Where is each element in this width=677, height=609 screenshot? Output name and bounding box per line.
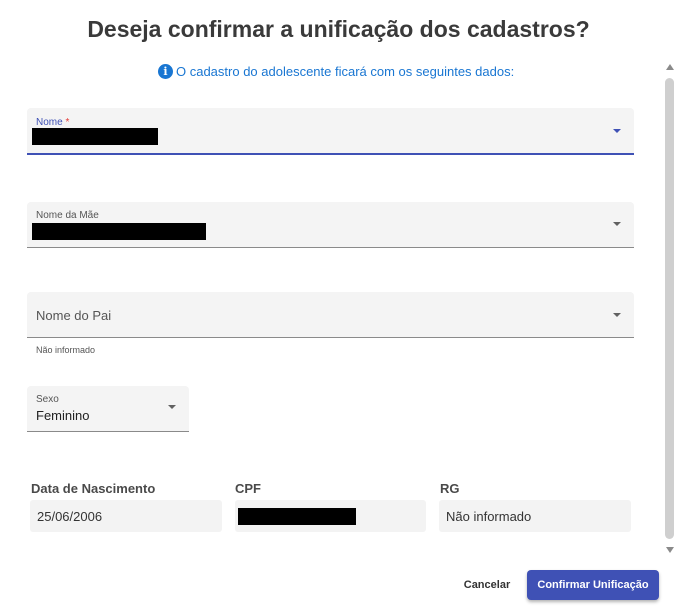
sexo-value: Feminino xyxy=(36,408,90,423)
scroll-down-arrow-icon[interactable] xyxy=(666,547,674,553)
scroll-up-arrow-icon[interactable] xyxy=(666,64,674,70)
rg-field: Não informado xyxy=(439,500,631,532)
cpf-label: CPF xyxy=(235,481,261,496)
nome-pai-placeholder: Nome do Pai xyxy=(36,308,112,323)
rg-value: Não informado xyxy=(446,509,532,524)
cpf-value-redacted xyxy=(238,508,356,525)
scrollbar-thumb[interactable] xyxy=(665,78,674,539)
subtitle-text: O cadastro do adolescente ficará com os … xyxy=(176,63,515,79)
nome-mae-select[interactable]: Nome da Mãe xyxy=(27,202,634,248)
nome-value-redacted xyxy=(32,128,158,145)
confirm-unification-button[interactable]: Confirmar Unificação xyxy=(527,570,659,600)
data-nascimento-value: 25/06/2006 xyxy=(37,509,103,524)
sexo-select[interactable]: Sexo Feminino xyxy=(27,386,189,432)
cpf-field xyxy=(235,500,426,532)
dialog-title: Deseja confirmar a unificação dos cadast… xyxy=(87,16,590,42)
nome-select[interactable]: Nome * xyxy=(27,108,634,155)
nome-pai-hint: Não informado xyxy=(36,345,96,355)
chevron-down-icon xyxy=(613,313,621,317)
dialog-subtitle: i O cadastro do adolescente ficará com o… xyxy=(158,62,514,80)
nome-mae-value-redacted xyxy=(32,223,206,240)
data-nascimento-label: Data de Nascimento xyxy=(31,481,156,496)
chevron-down-icon xyxy=(613,129,621,133)
chevron-down-icon xyxy=(168,405,176,409)
nome-label: Nome * xyxy=(36,117,70,128)
sexo-label: Sexo xyxy=(36,394,59,405)
data-nascimento-field: 25/06/2006 xyxy=(30,500,222,532)
chevron-down-icon xyxy=(613,222,621,226)
nome-mae-label: Nome da Mãe xyxy=(36,210,99,221)
info-icon: i xyxy=(158,63,173,79)
nome-pai-select[interactable]: Nome do Pai xyxy=(27,292,634,338)
cancel-button[interactable]: Cancelar xyxy=(456,571,518,599)
rg-label: RG xyxy=(440,481,460,496)
